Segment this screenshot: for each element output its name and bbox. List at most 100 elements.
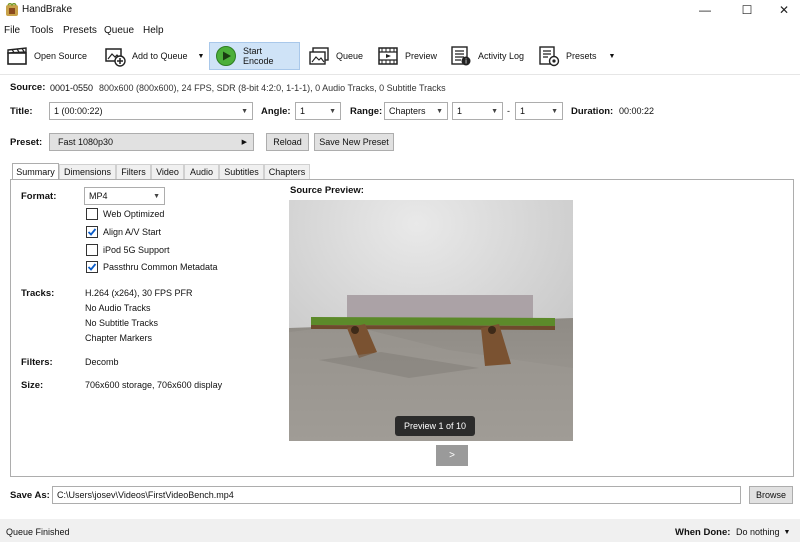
- duration-label: Duration:: [571, 106, 614, 117]
- range-start-value: 1: [457, 106, 463, 116]
- when-done-select[interactable]: Do nothing ▼: [736, 527, 790, 537]
- reload-button[interactable]: Reload: [266, 133, 309, 151]
- add-to-queue-label: Add to Queue: [132, 51, 188, 61]
- activity-log-button[interactable]: i Activity Log: [445, 42, 529, 70]
- add-to-queue-button[interactable]: Add to Queue ▼: [99, 42, 209, 70]
- passthru-metadata-checkbox[interactable]: [86, 261, 98, 273]
- menu-help[interactable]: Help: [143, 25, 164, 36]
- add-to-queue-dropdown-icon[interactable]: ▼: [198, 53, 205, 60]
- play-icon: [216, 46, 236, 66]
- web-optimized-option[interactable]: Web Optimized: [86, 208, 164, 220]
- web-optimized-checkbox[interactable]: [86, 208, 98, 220]
- angle-label: Angle:: [261, 106, 291, 117]
- open-source-button[interactable]: Open Source: [1, 42, 92, 70]
- source-label: Source:: [10, 82, 46, 93]
- size-label: Size:: [21, 380, 44, 391]
- save-new-preset-button[interactable]: Save New Preset: [314, 133, 394, 151]
- checkmark-icon: [87, 228, 97, 236]
- when-done-value: Do nothing: [736, 527, 780, 537]
- title-select[interactable]: 1 (00:00:22) ▼: [49, 102, 253, 120]
- source-info: 800x600 (800x600), 24 FPS, SDR (8-bit 4:…: [99, 83, 446, 93]
- window-title: HandBrake: [22, 4, 73, 15]
- tab-video[interactable]: Video: [151, 164, 184, 179]
- menu-tools[interactable]: Tools: [30, 25, 53, 36]
- status-text: Queue Finished: [6, 527, 70, 537]
- open-source-label: Open Source: [34, 51, 88, 61]
- save-path-value: C:\Users\josev\Videos\FirstVideoBench.mp…: [57, 490, 234, 500]
- minimize-button[interactable]: —: [686, 0, 724, 20]
- format-select-value: MP4: [89, 191, 108, 201]
- when-done-label: When Done:: [675, 527, 731, 538]
- add-to-queue-icon: [105, 48, 126, 67]
- presets-icon: [539, 46, 560, 67]
- tracks-label: Tracks:: [21, 288, 55, 299]
- title-label: Title:: [10, 106, 33, 117]
- align-av-start-option[interactable]: Align A/V Start: [86, 226, 161, 238]
- passthru-metadata-option[interactable]: Passthru Common Metadata: [86, 261, 218, 273]
- presets-dropdown-icon[interactable]: ▼: [609, 53, 616, 60]
- passthru-metadata-label: Passthru Common Metadata: [103, 262, 218, 272]
- track-video: H.264 (x264), 30 FPS PFR: [85, 288, 193, 298]
- presets-label: Presets: [566, 51, 597, 61]
- tab-summary[interactable]: Summary: [12, 163, 59, 179]
- save-as-label: Save As:: [10, 490, 50, 501]
- maximize-button[interactable]: ☐: [728, 0, 766, 20]
- chevron-down-icon: ▼: [241, 108, 248, 115]
- align-av-start-checkbox[interactable]: [86, 226, 98, 238]
- film-preview-icon: [378, 47, 398, 65]
- format-select[interactable]: MP4 ▼: [84, 187, 165, 205]
- queue-icon: [309, 47, 329, 65]
- tab-chapters[interactable]: Chapters: [264, 164, 310, 179]
- preset-label: Preset:: [10, 137, 43, 148]
- save-path-input[interactable]: C:\Users\josev\Videos\FirstVideoBench.mp…: [52, 486, 741, 504]
- ipod-5g-support-option[interactable]: iPod 5G Support: [86, 244, 170, 256]
- ipod-5g-support-checkbox[interactable]: [86, 244, 98, 256]
- track-chapters: Chapter Markers: [85, 333, 153, 343]
- chevron-right-icon: ▶: [241, 139, 247, 146]
- chevron-down-icon: ▼: [153, 193, 160, 200]
- activity-log-icon: i: [451, 46, 471, 66]
- source-name: 0001-0550: [50, 83, 94, 93]
- presets-button[interactable]: Presets ▼: [533, 42, 620, 70]
- tab-subtitles[interactable]: Subtitles: [219, 164, 264, 179]
- start-encode-button[interactable]: Start Encode: [209, 42, 300, 70]
- tab-audio[interactable]: Audio: [184, 164, 219, 179]
- title-select-value: 1 (00:00:22): [54, 106, 103, 116]
- close-button[interactable]: ✕: [765, 0, 800, 20]
- filters-value: Decomb: [85, 357, 119, 367]
- range-end-select[interactable]: 1 ▼: [515, 102, 563, 120]
- chevron-down-icon: ▼: [491, 108, 498, 115]
- range-start-select[interactable]: 1 ▼: [452, 102, 503, 120]
- menu-presets[interactable]: Presets: [63, 25, 97, 36]
- chevron-down-icon: ▼: [783, 528, 791, 536]
- preset-selector[interactable]: Fast 1080p30 ▶: [49, 133, 254, 151]
- chevron-down-icon: ▼: [436, 108, 443, 115]
- chevron-down-icon: ▼: [329, 108, 336, 115]
- range-label: Range:: [350, 106, 383, 117]
- preview-button[interactable]: Preview: [372, 42, 442, 70]
- format-label: Format:: [21, 191, 57, 202]
- range-end-value: 1: [520, 106, 526, 116]
- preview-label: Preview: [405, 51, 438, 61]
- source-preview-label: Source Preview:: [290, 185, 364, 196]
- range-type-select[interactable]: Chapters ▼: [384, 102, 448, 120]
- angle-select[interactable]: 1 ▼: [295, 102, 341, 120]
- menu-queue[interactable]: Queue: [104, 25, 134, 36]
- source-preview-image: Preview 1 of 10: [289, 200, 573, 441]
- size-value: 706x600 storage, 706x600 display: [85, 380, 223, 390]
- preview-frame-graphic: [289, 200, 573, 441]
- title-bar: HandBrake — ☐ ✕: [0, 0, 800, 20]
- browse-button[interactable]: Browse: [749, 486, 793, 504]
- menu-file[interactable]: File: [4, 25, 20, 36]
- tab-dimensions[interactable]: Dimensions: [59, 164, 116, 179]
- toolbar-divider: [0, 74, 800, 75]
- tab-filters[interactable]: Filters: [116, 164, 151, 179]
- queue-button[interactable]: Queue: [303, 42, 368, 70]
- track-audio: No Audio Tracks: [85, 303, 151, 313]
- activity-log-label: Activity Log: [478, 51, 525, 61]
- web-optimized-label: Web Optimized: [103, 209, 165, 219]
- chevron-down-icon: ▼: [551, 108, 558, 115]
- ipod-5g-support-label: iPod 5G Support: [103, 245, 170, 255]
- next-preview-button[interactable]: >: [436, 445, 468, 466]
- start-encode-label: Start Encode: [243, 46, 274, 66]
